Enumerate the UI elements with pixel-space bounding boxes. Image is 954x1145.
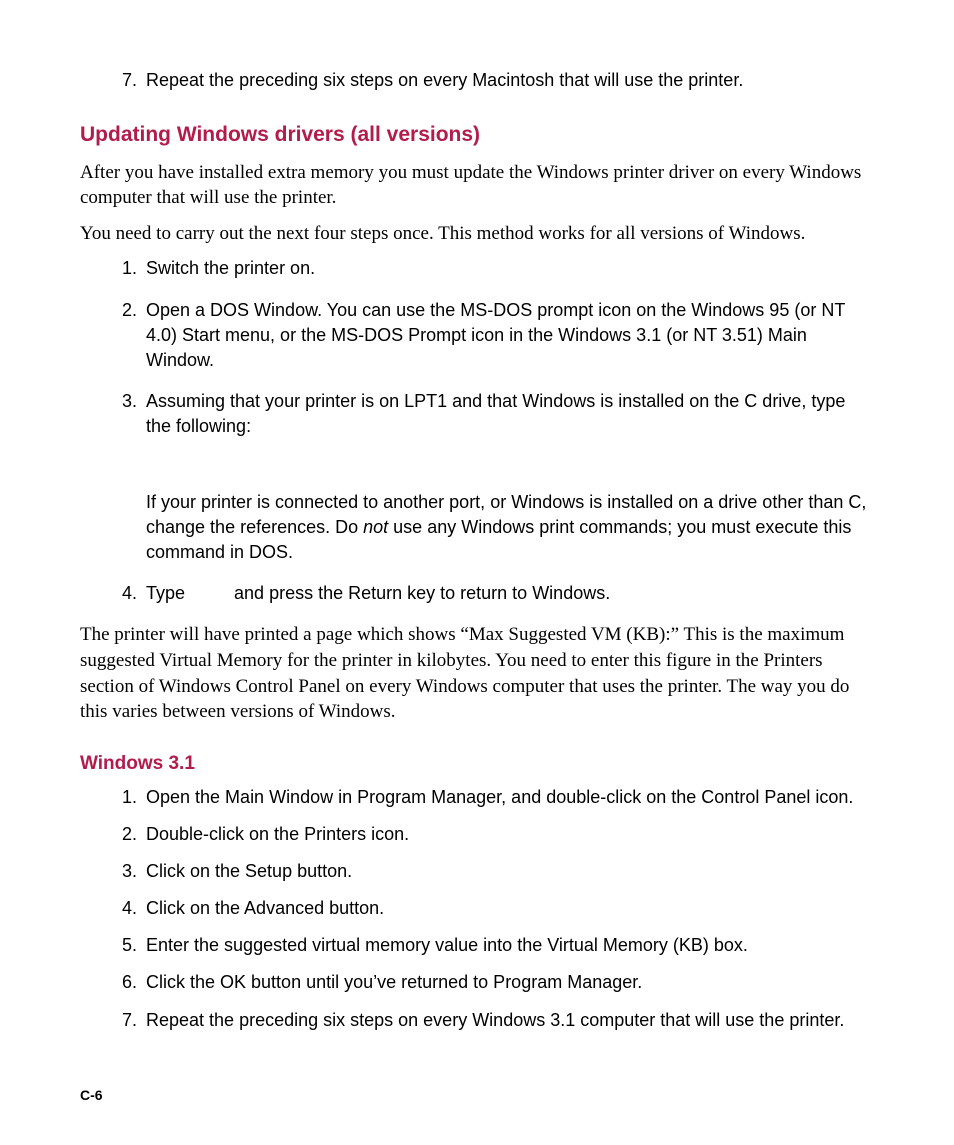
step-item: Enter the suggested virtual memory value… [142, 933, 874, 958]
body-paragraph: After you have installed extra memory yo… [80, 160, 874, 211]
step-item: Repeat the preceding six steps on every … [142, 68, 874, 93]
body-paragraph: The printer will have printed a page whi… [80, 622, 874, 725]
continuation-step-list: Repeat the preceding six steps on every … [80, 68, 874, 93]
step-text: Assuming that your printer is on LPT1 an… [146, 391, 845, 436]
step-text: Enter the suggested virtual memory value… [146, 935, 748, 955]
step-item: Click the OK button until you’ve returne… [142, 970, 874, 995]
step-item: Open the Main Window in Program Manager,… [142, 785, 874, 810]
step-text: and press the Return key to return to Wi… [229, 583, 610, 603]
procedure-step-list: Switch the printer on. Open a DOS Window… [80, 256, 874, 606]
step-item: Open a DOS Window. You can use the MS-DO… [142, 298, 874, 374]
step-text: Click the OK button until you’ve returne… [146, 972, 642, 992]
emphasis-text: not [363, 517, 388, 537]
step-text: Type [146, 583, 185, 603]
step-item: Type and press the Return key to return … [142, 581, 874, 606]
step-text: Double-click on the Printers icon. [146, 824, 409, 844]
step-item: Switch the printer on. [142, 256, 874, 281]
step-text: Open the Main Window in Program Manager,… [146, 787, 853, 807]
step-item: Click on the Setup button. [142, 859, 874, 884]
step-item: Click on the Advanced button. [142, 896, 874, 921]
section-heading-updating-windows-drivers: Updating Windows drivers (all versions) [80, 121, 874, 149]
page-number: C-6 [80, 1086, 103, 1105]
procedure-step-list: Open the Main Window in Program Manager,… [80, 785, 874, 1033]
step-text: Click on the Setup button. [146, 861, 352, 881]
step-text: Repeat the preceding six steps on every … [146, 1010, 844, 1030]
section-heading-windows-31: Windows 3.1 [80, 751, 874, 777]
step-item: Assuming that your printer is on LPT1 an… [142, 389, 874, 565]
step-sub-paragraph: If your printer is connected to another … [146, 490, 874, 566]
step-text: Click on the Advanced button. [146, 898, 384, 918]
step-text: Open a DOS Window. You can use the MS-DO… [146, 300, 845, 370]
step-text: Switch the printer on. [146, 258, 315, 278]
step-item: Double-click on the Printers icon. [142, 822, 874, 847]
body-paragraph: You need to carry out the next four step… [80, 221, 874, 247]
step-text: Repeat the preceding six steps on every … [146, 70, 743, 90]
step-item: Repeat the preceding six steps on every … [142, 1008, 874, 1033]
